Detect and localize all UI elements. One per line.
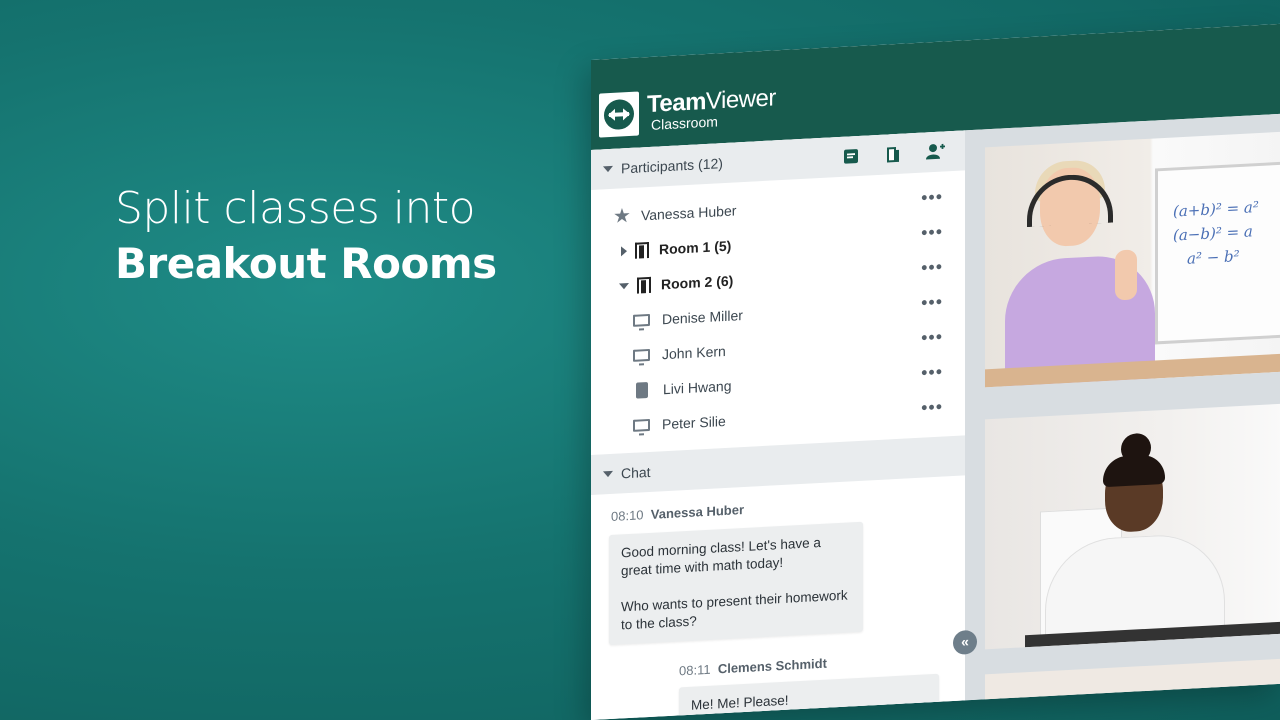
more-options-icon[interactable]: •••: [921, 327, 943, 348]
add-user-icon[interactable]: [925, 141, 945, 162]
message-sender: Clemens Schmidt: [717, 655, 827, 677]
message-meta: 08:10 Vanessa Huber: [611, 502, 744, 524]
headline-line2: Breakout Rooms: [115, 239, 497, 288]
chat-message: Good morning class! Let's have a great t…: [609, 521, 863, 646]
app-window: TeamViewer Classroom Participants (12) ★…: [591, 23, 1280, 720]
message-time: 08:10: [611, 507, 644, 524]
more-options-icon[interactable]: •••: [921, 257, 943, 278]
door-icon: [635, 241, 649, 259]
video-grid: (a+b)² = a² (a−b)² = a a² − b²: [965, 113, 1280, 720]
participant-name: John Kern: [662, 342, 726, 362]
participants-title: Participants (12): [621, 155, 723, 177]
more-options-icon[interactable]: •••: [921, 187, 943, 208]
tablet-icon: [636, 381, 648, 399]
star-icon: ★: [613, 204, 631, 228]
video-tile-teacher[interactable]: (a+b)² = a² (a−b)² = a a² − b²: [985, 131, 1280, 388]
breakout-door-icon[interactable]: [883, 144, 903, 165]
notes-icon[interactable]: [841, 146, 861, 167]
sidebar: Participants (12) ★ Vanessa Huber ••• Ro…: [591, 130, 965, 720]
participant-name: Denise Miller: [662, 306, 743, 327]
headline: Split classes into Breakout Rooms: [115, 182, 497, 292]
door-icon: [637, 276, 651, 294]
more-options-icon[interactable]: •••: [921, 222, 943, 243]
participant-name: Livi Hwang: [663, 377, 732, 397]
message-meta: 08:11 Clemens Schmidt: [679, 656, 827, 679]
chat-panel: 08:10 Vanessa Huber Good morning class! …: [591, 480, 965, 720]
brand: TeamViewer Classroom: [647, 84, 776, 133]
more-options-icon[interactable]: •••: [921, 292, 943, 313]
participant-name: Peter Silie: [662, 412, 726, 432]
video-tile-third[interactable]: [985, 658, 1280, 720]
message-sender: Vanessa Huber: [650, 501, 744, 522]
message-time: 08:11: [679, 661, 711, 679]
headline-line1: Split classes into: [115, 183, 476, 234]
monitor-icon: [633, 313, 650, 327]
brand-light: Viewer: [705, 84, 776, 115]
teamviewer-logo-icon: [599, 91, 639, 138]
room-name: Room 1 (5): [659, 237, 732, 257]
more-options-icon[interactable]: •••: [921, 362, 943, 383]
chat-message: Me! Me! Please!: [679, 673, 939, 720]
collapse-participants-icon[interactable]: [603, 165, 613, 173]
participant-name: Vanessa Huber: [640, 201, 737, 223]
more-options-icon[interactable]: •••: [921, 397, 943, 418]
collapse-chat-icon[interactable]: [603, 470, 613, 478]
room-name: Room 2 (6): [661, 272, 734, 292]
message-text: Me! Me! Please!: [691, 692, 789, 713]
monitor-icon: [633, 348, 650, 362]
whiteboard-formula: (a+b)² = a² (a−b)² = a a² − b²: [1173, 197, 1259, 268]
video-tile-student[interactable]: [985, 403, 1280, 650]
expand-room-icon[interactable]: [621, 245, 627, 256]
chat-title: Chat: [621, 463, 651, 482]
monitor-icon: [633, 418, 650, 432]
collapse-room-icon[interactable]: [619, 282, 629, 290]
